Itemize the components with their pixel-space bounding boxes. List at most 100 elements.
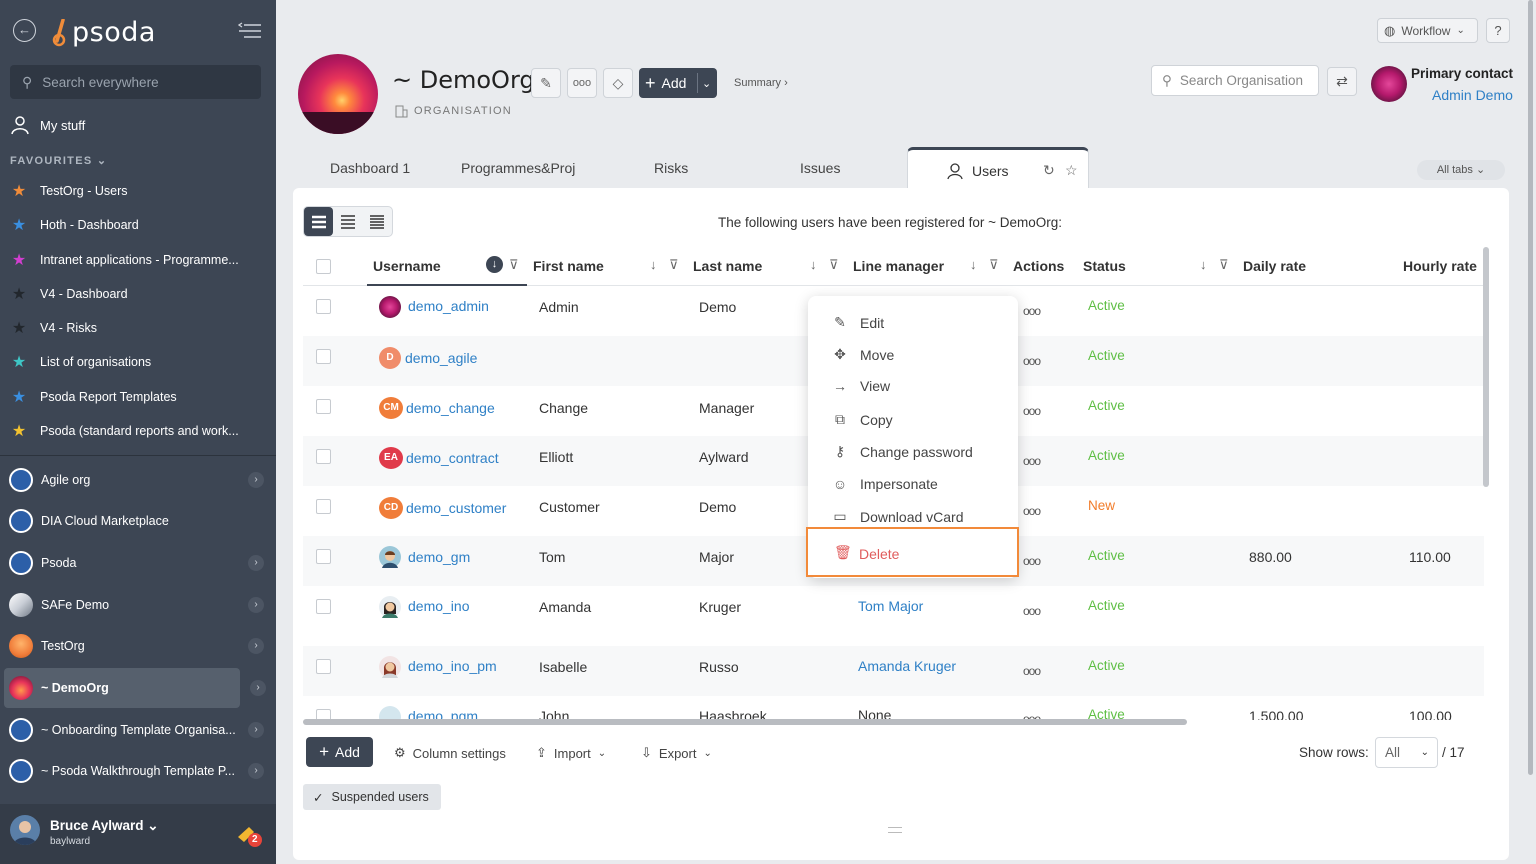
table-row[interactable]: demo_ino Amanda Kruger Tom Major ooo Act… <box>303 586 1484 646</box>
username-link[interactable]: demo_admin <box>408 298 489 314</box>
row-checkbox[interactable] <box>316 499 331 514</box>
org-item-safe-demo[interactable]: SAFe Demo › <box>4 585 272 625</box>
filter-icon[interactable]: ⊽ <box>989 257 999 273</box>
row-actions-icon[interactable]: ooo <box>1023 504 1041 518</box>
row-actions-icon[interactable]: ooo <box>1023 554 1041 568</box>
collapse-menu-icon[interactable] <box>238 22 262 40</box>
tab-users[interactable]: Users ↻ ☆ <box>907 147 1089 191</box>
favourites-title[interactable]: FAVOURITES ⌄ <box>10 154 107 167</box>
menu-item-change-password[interactable]: ⚷ Change password <box>832 443 973 460</box>
row-checkbox[interactable] <box>316 659 331 674</box>
all-tabs-button[interactable]: All tabs ⌄ <box>1417 160 1505 180</box>
filter-icon[interactable]: ⊽ <box>509 257 519 273</box>
row-checkbox[interactable] <box>316 599 331 614</box>
sort-icon[interactable]: ↓ <box>650 257 657 272</box>
username-link[interactable]: demo_customer <box>406 500 506 516</box>
tab-issues[interactable]: Issues <box>800 160 840 176</box>
primary-contact-link[interactable]: Admin Demo <box>1432 87 1513 103</box>
sort-icon[interactable]: ↓ <box>970 257 977 272</box>
chevron-right-icon[interactable]: › <box>248 472 264 488</box>
tab-dashboard[interactable]: Dashboard 1 <box>330 160 410 176</box>
menu-item-download-vcard[interactable]: ▭ Download vCard <box>832 508 963 525</box>
switch-view-button[interactable]: ⇄ <box>1327 67 1357 96</box>
table-vertical-scrollbar[interactable] <box>1483 247 1489 487</box>
table-row[interactable]: demo_pgm John Haasbroek None ooo Active … <box>303 696 1484 720</box>
user-name[interactable]: Bruce Aylward ⌄ <box>50 818 159 834</box>
col-last-name[interactable]: Last name <box>693 258 762 274</box>
line-manager-link[interactable]: Amanda Kruger <box>858 658 956 674</box>
row-actions-icon[interactable]: ooo <box>1023 604 1041 618</box>
row-actions-icon[interactable]: ooo <box>1023 664 1041 678</box>
workflow-button[interactable]: ◍ Workflow ⌄ <box>1377 18 1478 43</box>
filter-icon[interactable]: ⊽ <box>829 257 839 273</box>
search-everywhere-input[interactable]: ⚲ Search everywhere <box>10 65 261 99</box>
favourite-item[interactable]: ★ Psoda (standard reports and work... <box>10 421 260 441</box>
row-checkbox[interactable] <box>316 549 331 564</box>
favourite-item[interactable]: ★ List of organisations <box>10 352 260 372</box>
import-button[interactable]: ⇪ Import ⌄ <box>536 745 606 761</box>
username-link[interactable]: demo_ino_pm <box>408 658 497 674</box>
user-avatar[interactable] <box>10 815 40 845</box>
col-username[interactable]: Username <box>373 258 441 274</box>
row-actions-icon[interactable]: ooo <box>1023 404 1041 418</box>
filter-icon[interactable]: ⊽ <box>1219 257 1229 273</box>
col-daily-rate[interactable]: Daily rate <box>1243 258 1306 274</box>
org-item-dia-cloud[interactable]: DIA Cloud Marketplace <box>4 501 272 541</box>
star-outline-icon[interactable]: ☆ <box>1065 162 1078 179</box>
menu-item-view[interactable]: → View <box>832 378 890 394</box>
sort-desc-icon[interactable]: ↓ <box>486 256 503 273</box>
line-manager-link[interactable]: Tom Major <box>858 598 923 614</box>
view-compact-icon[interactable] <box>363 207 392 236</box>
tab-risks[interactable]: Risks <box>654 160 688 176</box>
row-checkbox[interactable] <box>316 349 331 364</box>
org-item-demoorg[interactable]: ~ DemoOrg <box>4 668 240 708</box>
psoda-logo[interactable]: psoda <box>52 17 156 48</box>
back-icon[interactable]: ← <box>13 19 36 42</box>
edit-button[interactable]: ✎ <box>531 68 561 98</box>
add-user-button[interactable]: + Add <box>306 737 373 767</box>
chevron-right-icon[interactable]: › <box>248 722 264 738</box>
favourite-item[interactable]: ★ TestOrg - Users <box>10 181 260 201</box>
show-rows-select[interactable]: All ⌄ <box>1375 737 1438 768</box>
favourite-item[interactable]: ★ V4 - Dashboard <box>10 284 260 304</box>
menu-item-copy[interactable]: ⧉ Copy <box>832 411 893 428</box>
username-link[interactable]: demo_ino <box>408 598 470 614</box>
row-actions-icon[interactable]: ooo <box>1023 354 1041 368</box>
tag-button[interactable]: ◇ <box>603 68 633 98</box>
page-scrollbar[interactable] <box>1526 0 1536 864</box>
menu-item-move[interactable]: ✥ Move <box>832 346 894 363</box>
more-button[interactable]: ooo <box>567 68 597 98</box>
view-comfortable-icon[interactable] <box>304 207 334 236</box>
my-stuff-link[interactable]: My stuff <box>10 115 85 135</box>
summary-link[interactable]: Summary › <box>734 77 788 89</box>
column-settings-button[interactable]: ⚙ Column settings <box>394 745 506 761</box>
resize-grip[interactable] <box>888 827 902 833</box>
help-button[interactable]: ? <box>1486 18 1510 43</box>
favourite-item[interactable]: ★ Psoda Report Templates <box>10 387 260 407</box>
select-all-checkbox[interactable] <box>316 259 331 274</box>
suspended-users-button[interactable]: ✓ Suspended users <box>303 784 441 810</box>
org-item-onboarding[interactable]: ~ Onboarding Template Organisa... › <box>4 710 272 750</box>
horizontal-scrollbar[interactable] <box>303 719 1187 725</box>
menu-item-edit[interactable]: ✎ Edit <box>832 314 884 331</box>
notifications-icon[interactable]: 2 <box>235 823 263 849</box>
sort-icon[interactable]: ↓ <box>1200 257 1207 272</box>
view-normal-icon[interactable] <box>333 207 362 236</box>
col-status[interactable]: Status <box>1083 258 1126 274</box>
search-organisation-input[interactable]: ⚲ Search Organisation <box>1151 65 1319 96</box>
col-first-name[interactable]: First name <box>533 258 604 274</box>
chevron-right-icon[interactable]: › <box>248 597 264 613</box>
refresh-icon[interactable]: ↻ <box>1043 162 1055 179</box>
chevron-right-icon[interactable]: › <box>250 680 266 696</box>
username-link[interactable]: demo_change <box>406 400 495 416</box>
col-hourly-rate[interactable]: Hourly rate <box>1403 258 1477 274</box>
row-actions-icon[interactable]: ooo <box>1023 304 1041 318</box>
org-item-psoda[interactable]: Psoda › <box>4 543 272 583</box>
chevron-right-icon[interactable]: › <box>248 763 264 779</box>
export-button[interactable]: ⇩ Export ⌄ <box>641 745 712 761</box>
row-checkbox[interactable] <box>316 449 331 464</box>
row-checkbox[interactable] <box>316 399 331 414</box>
filter-icon[interactable]: ⊽ <box>669 257 679 273</box>
tab-programmes[interactable]: Programmes&Proj <box>461 160 579 176</box>
row-checkbox[interactable] <box>316 299 331 314</box>
